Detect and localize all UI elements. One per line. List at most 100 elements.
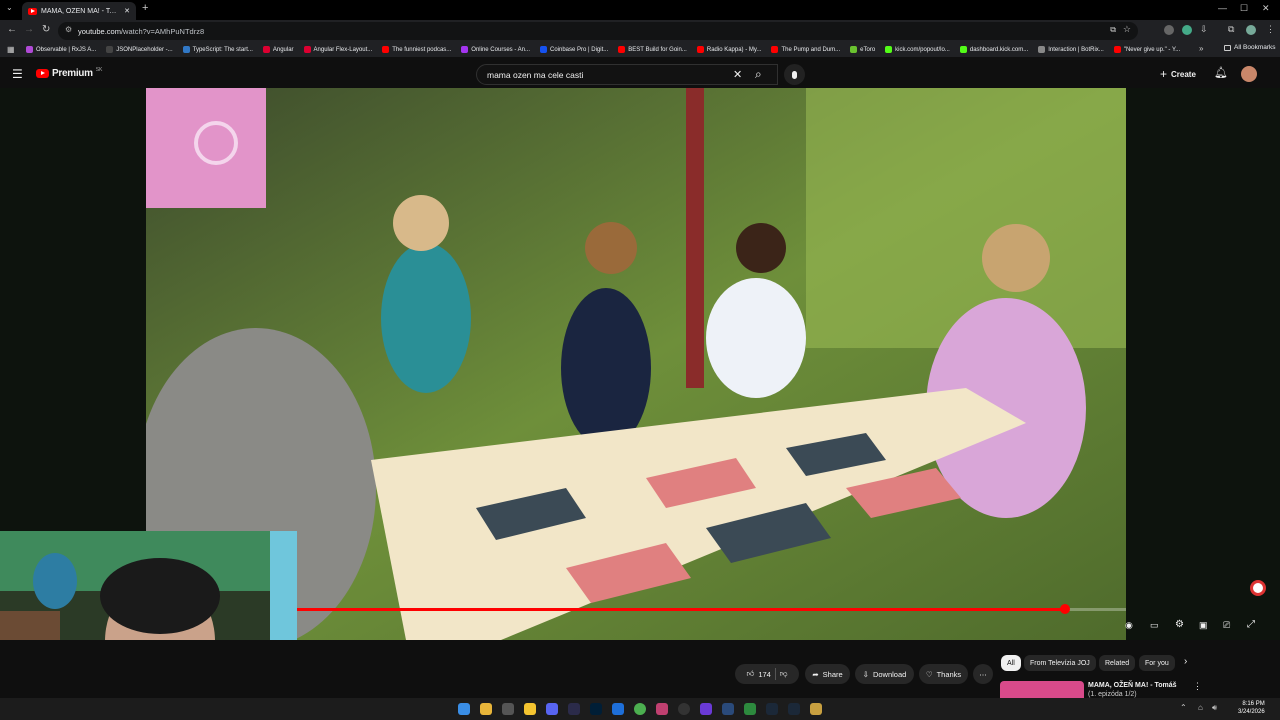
like-dislike-group: 👍︎ 174 👎︎ [735, 664, 799, 684]
chip-for-you[interactable]: For you [1139, 655, 1175, 671]
maximize-icon[interactable]: ☐ [1240, 3, 1248, 14]
address-bar[interactable]: ⚙ youtube.com/watch?v=AMhPuNTdrz8 ⧉ ☆ [58, 22, 1138, 40]
app-icon[interactable] [524, 703, 536, 715]
recommended-thumbnail[interactable] [1000, 681, 1084, 698]
start-icon[interactable] [458, 703, 470, 715]
app-icon[interactable] [612, 703, 624, 715]
bookmark-favicon-icon [26, 46, 33, 53]
bookmark-item[interactable]: Angular Flex-Layout... [303, 46, 372, 53]
app-icon[interactable] [502, 703, 514, 715]
like-button[interactable]: 👍︎ 174 [747, 669, 771, 679]
bookmark-item[interactable]: Radio Kappa) - My... [696, 46, 761, 53]
browser-menu-icon[interactable]: ⋮ [1266, 24, 1275, 35]
app-icon[interactable] [568, 703, 580, 715]
profile-avatar[interactable] [1246, 25, 1256, 35]
download-label: Download [872, 669, 907, 679]
extensions-puzzle-icon[interactable]: ⧉ [1228, 24, 1234, 35]
minimize-icon[interactable]: — [1218, 3, 1227, 13]
more-horizontal-icon: ⋯ [979, 669, 987, 679]
chrome-icon[interactable] [634, 703, 646, 715]
app-icon[interactable] [656, 703, 668, 715]
steam-icon[interactable] [766, 703, 778, 715]
chips-next-icon[interactable]: › [1184, 656, 1187, 667]
downloads-icon[interactable]: ⇩ [1200, 24, 1208, 35]
app-icon[interactable] [722, 703, 734, 715]
bookmark-item[interactable]: dashboard.kick.com... [959, 46, 1028, 53]
bookmark-item[interactable]: Observable | RxJS A... [26, 46, 96, 53]
bookmark-favicon-icon [461, 46, 469, 53]
bookmark-item[interactable]: The Pump and Dum... [771, 46, 840, 53]
bookmark-item[interactable]: Interaction | BotRix... [1038, 46, 1104, 53]
new-tab-icon[interactable]: + [142, 2, 148, 14]
hamburger-menu-icon[interactable]: ☰ [12, 67, 23, 81]
photoshop-icon[interactable] [590, 703, 602, 715]
bookmarks-bar: ▦ Observable | RxJS A... JSONPlaceholder … [0, 42, 1280, 57]
file-explorer-icon[interactable] [480, 703, 492, 715]
site-info-icon[interactable]: ⚙ [65, 25, 72, 34]
chip-from-channel[interactable]: From Televízia JOJ [1024, 655, 1096, 671]
chip-all[interactable]: All [1001, 655, 1021, 671]
clear-search-icon[interactable]: ✕ [733, 68, 742, 81]
excel-icon[interactable] [744, 703, 756, 715]
bookmark-item[interactable]: Coinbase Pro | Digit... [540, 46, 608, 53]
youtube-logo[interactable]: Premium SK [36, 67, 102, 79]
bookmark-label: Angular [272, 46, 294, 53]
bookmark-star-icon[interactable]: ☆ [1123, 24, 1131, 35]
bookmark-item[interactable]: "Never give up." - Y... [1113, 46, 1180, 53]
tray-chevron-icon[interactable]: ⌃ [1180, 703, 1187, 712]
volume-icon[interactable]: 🔊︎ [1212, 703, 1217, 713]
bookmark-item[interactable]: Online Courses - An... [461, 46, 530, 53]
account-avatar[interactable] [1241, 66, 1257, 82]
apps-grid-icon[interactable]: ▦ [7, 45, 15, 54]
create-button[interactable]: + Create [1160, 67, 1196, 81]
notifications-bell-icon[interactable]: 🔔︎ [1214, 66, 1228, 79]
system-clock[interactable]: 8:16 PM 3/24/2026 [1238, 700, 1265, 716]
reload-icon[interactable]: ↻ [42, 24, 50, 35]
chip-related[interactable]: Related [1099, 655, 1136, 671]
subtitles-icon[interactable]: ▭ [1150, 620, 1159, 631]
share-button[interactable]: ➦ Share [805, 664, 850, 684]
bookmark-item[interactable]: The funniest podcas... [382, 46, 451, 53]
settings-gear-icon[interactable]: ⚙ [1175, 619, 1184, 630]
forward-icon[interactable]: → [24, 24, 34, 35]
network-icon[interactable]: ⌂ [1198, 703, 1203, 712]
recommended-video[interactable]: MAMA, OŽEŇ MA! - Tomáš (1. epizóda 1/2) [1088, 681, 1198, 699]
recommended-menu-icon[interactable]: ⋮ [1193, 681, 1202, 692]
discord-icon[interactable] [546, 703, 558, 715]
chip-label: All [1007, 659, 1015, 667]
thanks-button[interactable]: ♡ Thanks [919, 664, 968, 684]
miniplayer-icon[interactable]: ▣ [1199, 620, 1208, 631]
dislike-button[interactable]: 👎︎ [780, 669, 788, 679]
tab-search-icon[interactable]: ⌄ [6, 3, 13, 12]
steam-icon[interactable] [788, 703, 800, 715]
bookmark-item[interactable]: kick.com/popout/lo... [885, 46, 950, 53]
all-bookmarks-button[interactable]: All Bookmarks [1224, 44, 1276, 51]
more-bookmarks-icon[interactable]: » [1199, 44, 1203, 53]
search-input[interactable]: mama ozen ma cele casti ✕ ⌕ [476, 64, 778, 85]
back-icon[interactable]: ← [7, 24, 17, 35]
fullscreen-icon[interactable]: ⤢ [1247, 619, 1255, 630]
autoplay-toggle-icon[interactable]: ◉ [1125, 620, 1133, 631]
app-icon[interactable] [700, 703, 712, 715]
bookmark-item[interactable]: Angular [262, 46, 294, 53]
extension-icon[interactable] [1182, 25, 1192, 35]
bookmark-item[interactable]: eToro [850, 46, 875, 53]
channel-watermark-icon[interactable] [1250, 580, 1266, 596]
browser-tab[interactable]: MAMA, OŽEŇ MA! - Tomáš (1. e ✕ [22, 2, 136, 20]
app-icon[interactable] [810, 703, 822, 715]
bookmark-favicon-icon [696, 46, 704, 53]
bookmark-item[interactable]: JSONPlaceholder -... [106, 46, 173, 53]
close-tab-icon[interactable]: ✕ [124, 7, 130, 15]
search-icon[interactable]: ⌕ [755, 67, 762, 82]
bookmark-item[interactable]: TypeScript: The start... [182, 46, 253, 53]
bookmark-item[interactable]: BEST Build for Goin... [618, 46, 687, 53]
bookmark-favicon-icon [1038, 46, 1046, 53]
extension-icon[interactable] [1164, 25, 1174, 35]
voice-search-button[interactable] [784, 64, 805, 85]
more-actions-button[interactable]: ⋯ [973, 664, 993, 684]
close-window-icon[interactable]: ✕ [1262, 3, 1270, 14]
cast-icon[interactable]: ⎚ [1223, 620, 1230, 631]
install-app-icon[interactable]: ⧉ [1110, 25, 1116, 35]
app-icon[interactable] [678, 703, 690, 715]
download-button[interactable]: ⇩ Download [855, 664, 914, 684]
